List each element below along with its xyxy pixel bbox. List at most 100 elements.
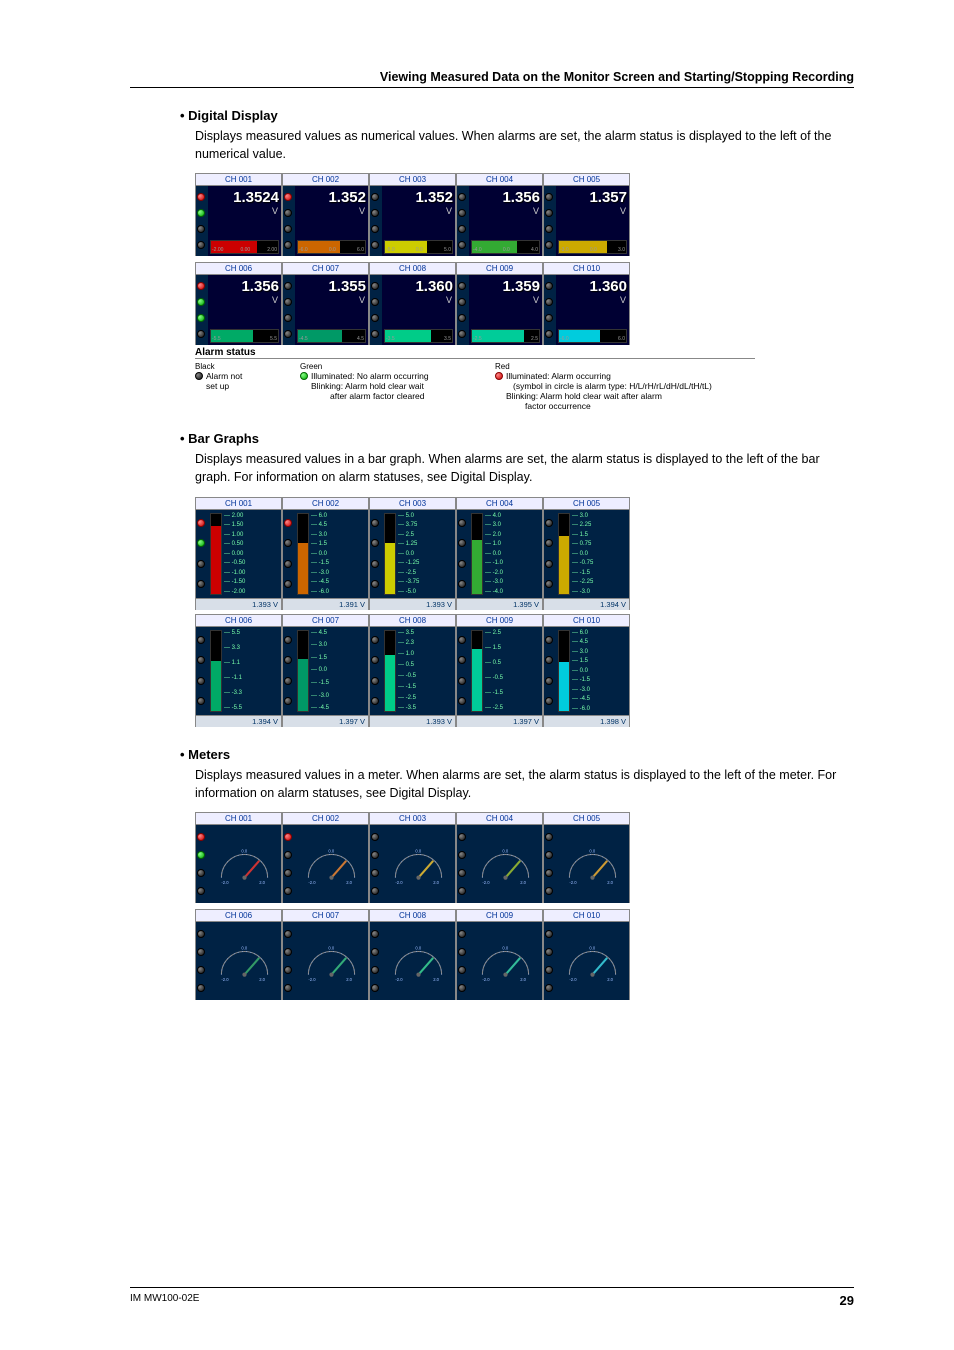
alarm-indicator-black: [197, 869, 205, 877]
svg-text:2.0: 2.0: [433, 880, 439, 885]
alarm-indicator-black: [371, 948, 379, 956]
digital-cell: CH 005 1.357 V -3.00.03.0: [543, 174, 630, 256]
meter-gauge-icon: -2.0 0.0 2.0: [213, 937, 276, 987]
alarm-indicator-black: [197, 225, 205, 233]
channel-header: CH 001: [196, 498, 281, 510]
bargraph-footer-value: 1.394 V: [544, 598, 629, 610]
svg-text:2.0: 2.0: [433, 977, 439, 982]
alarm-column: [196, 275, 208, 345]
alarm-indicator-black: [197, 697, 205, 705]
channel-header: CH 009: [457, 910, 542, 922]
vertical-bar: [558, 513, 570, 595]
alarm-indicator-black: [284, 887, 292, 895]
bar-scale: — 3.5— 2.3— 1.0— 0.5— -0.5— -1.5— -2.5— …: [398, 630, 453, 712]
bar-scale: — 3.0— 2.25— 1.5— 0.75— 0.0— -0.75— -1.5…: [572, 513, 627, 595]
page-header: Viewing Measured Data on the Monitor Scr…: [130, 70, 854, 87]
alarm-indicator-black: [371, 298, 379, 306]
bargraph-cell: CH 007 — 4.5— 3.0— 1.5— 0.0— -1.5— -3.0—…: [282, 615, 369, 727]
alarm-indicator-black: [284, 948, 292, 956]
meter-gauge-icon: -2.0 0.0 2.0: [474, 840, 537, 890]
bargraph-footer-value: 1.391 V: [283, 598, 368, 610]
alarm-indicator-black: [545, 193, 553, 201]
alarm-indicator-black: [371, 930, 379, 938]
bar-scale: — 4.0— 3.0— 2.0— 1.0— 0.0— -1.0— -2.0— -…: [485, 513, 540, 595]
alarm-indicator-black: [545, 209, 553, 217]
alarm-indicator-black: [458, 984, 466, 992]
alarm-indicator-green: [197, 298, 205, 306]
alarm-indicator-red: [197, 282, 205, 290]
alarm-column: [457, 922, 469, 1000]
mini-bar: -5.55.5: [210, 329, 279, 343]
alarm-indicator-black: [197, 948, 205, 956]
alarm-indicator-red: [284, 193, 292, 201]
bargraph-footer-value: 1.397 V: [283, 715, 368, 727]
alarm-green-text1: Illuminated: No alarm occurring: [311, 371, 429, 381]
alarm-indicator-black: [284, 580, 292, 588]
mini-bar: -6.00.06.0: [297, 240, 366, 254]
svg-text:2.0: 2.0: [607, 977, 613, 982]
alarm-indicator-black: [545, 677, 553, 685]
svg-text:2.0: 2.0: [259, 977, 265, 982]
svg-text:-2.0: -2.0: [308, 977, 316, 982]
bar-scale: — 6.0— 4.5— 3.0— 1.5— 0.0— -1.5— -3.0— -…: [311, 513, 366, 595]
alarm-indicator-black: [284, 298, 292, 306]
alarm-indicator-black: [371, 966, 379, 974]
svg-text:2.0: 2.0: [346, 880, 352, 885]
alarm-column: [196, 510, 208, 598]
alarm-indicator-black: [284, 697, 292, 705]
alarm-indicator-black: [284, 869, 292, 877]
alarm-indicator-black: [284, 656, 292, 664]
alarm-indicator-green: [197, 209, 205, 217]
bargraph-cell: CH 008 — 3.5— 2.3— 1.0— 0.5— -0.5— -1.5—…: [369, 615, 456, 727]
meter-gauge-icon: -2.0 0.0 2.0: [300, 937, 363, 987]
vertical-bar: [384, 630, 396, 712]
svg-text:0.0: 0.0: [502, 848, 508, 853]
digital-cell: CH 008 1.360 V -3.53.5: [369, 263, 456, 345]
mini-bar: -5.00.05.0: [384, 240, 453, 254]
alarm-indicator-black: [284, 209, 292, 217]
alarm-indicator-black: [284, 930, 292, 938]
alarm-red-text4: factor occurrence: [495, 401, 755, 411]
alarm-column: [544, 510, 556, 598]
svg-text:0.0: 0.0: [328, 848, 334, 853]
alarm-indicator-black: [371, 580, 379, 588]
mini-bar: -2.000.002.00: [210, 240, 279, 254]
channel-header: CH 003: [370, 498, 455, 510]
alarm-indicator-black: [458, 241, 466, 249]
svg-text:0.0: 0.0: [415, 848, 421, 853]
channel-header: CH 007: [283, 615, 368, 627]
alarm-column: [544, 275, 556, 345]
alarm-column: [370, 186, 382, 256]
channel-header: CH 010: [544, 263, 629, 275]
alarm-column: [544, 922, 556, 1000]
digital-cell: CH 007 1.355 V -4.54.5: [282, 263, 369, 345]
digital-value: 1.356: [208, 275, 281, 295]
alarm-indicator-black: [545, 519, 553, 527]
alarm-indicator-black: [458, 656, 466, 664]
alarm-column: [544, 186, 556, 256]
bar-scale: — 4.5— 3.0— 1.5— 0.0— -1.5— -3.0— -4.5: [311, 630, 366, 712]
meter-gauge-icon: -2.0 0.0 2.0: [387, 840, 450, 890]
channel-header: CH 008: [370, 615, 455, 627]
channel-header: CH 002: [283, 813, 368, 825]
alarm-label-black: Black: [195, 362, 285, 371]
channel-header: CH 010: [544, 615, 629, 627]
digital-value: 1.352: [382, 186, 455, 206]
alarm-indicator-black: [458, 948, 466, 956]
svg-text:-2.0: -2.0: [482, 880, 490, 885]
alarm-indicator-black: [371, 656, 379, 664]
alarm-indicator-black: [545, 948, 553, 956]
svg-text:0.0: 0.0: [502, 945, 508, 950]
bargraph-cell: CH 006 — 5.5— 3.3— 1.1— -1.1— -3.3— -5.5…: [195, 615, 282, 727]
alarm-indicator-black: [545, 314, 553, 322]
alarm-indicator-black: [545, 282, 553, 290]
alarm-indicator-green: [197, 539, 205, 547]
alarm-indicator-black: [458, 697, 466, 705]
channel-header: CH 001: [196, 813, 281, 825]
digital-unit: V: [556, 295, 629, 305]
bargraph-footer-value: 1.394 V: [196, 715, 281, 727]
alarm-column: [196, 186, 208, 256]
meters-heading: • Meters: [180, 747, 854, 762]
digital-unit: V: [208, 295, 281, 305]
alarm-indicator-black: [371, 225, 379, 233]
